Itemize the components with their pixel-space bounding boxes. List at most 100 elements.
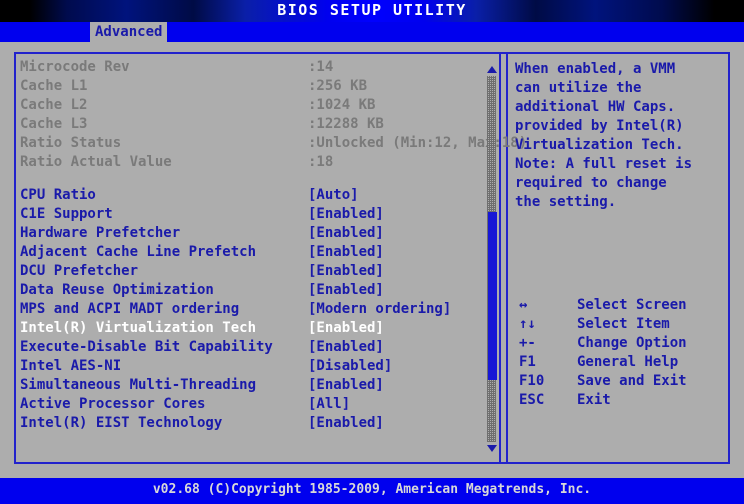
setting-row[interactable]: Intel(R) EIST Technology [Enabled] <box>20 414 480 433</box>
key-legend-description: Select Screen <box>577 297 687 313</box>
key-legend-row: F10 Save and Exit <box>515 372 730 391</box>
key-legend-row: +- Change Option <box>515 334 730 353</box>
key-legend-description: Select Item <box>577 316 670 332</box>
key-legend-key: ↔ <box>519 297 528 313</box>
copyright-text: v02.68 (C)Copyright 1985-2009, American … <box>152 482 592 497</box>
info-row: Cache L1 :256 KB <box>20 77 480 96</box>
setting-row-selected[interactable]: Intel(R) Virtualization Tech [Enabled] <box>20 319 480 338</box>
setting-value[interactable]: [Enabled] <box>308 338 384 357</box>
setting-label: Execute-Disable Bit Capability <box>20 339 273 355</box>
info-row-label: Ratio Status <box>20 135 122 151</box>
setting-label: C1E Support <box>20 206 113 222</box>
key-legend-key: +- <box>519 335 536 351</box>
setting-label: Intel(R) EIST Technology <box>20 415 223 431</box>
setting-value[interactable]: [Disabled] <box>308 357 392 376</box>
setting-row[interactable]: C1E Support [Enabled] <box>20 205 480 224</box>
setting-row[interactable]: Simultaneous Multi-Threading [Enabled] <box>20 376 480 395</box>
help-text-line: When enabled, a VMM <box>515 61 676 77</box>
setting-value[interactable]: [Enabled] <box>308 281 384 300</box>
key-legend-panel: ↔ Select Screen ↑↓ Select Item +- Change Opti… <box>515 296 730 410</box>
info-row: Ratio Actual Value:18 <box>20 153 480 172</box>
menu-bar: Advanced <box>0 22 744 42</box>
key-legend-key: ESC <box>519 392 545 408</box>
info-row: Cache L3 :12288 KB <box>20 115 480 134</box>
setting-row[interactable]: Execute-Disable Bit Capability [Enabled] <box>20 338 480 357</box>
help-text-line: additional HW Caps. <box>515 99 676 115</box>
panel-divider-left <box>499 52 501 464</box>
info-row: Cache L2 :1024 KB <box>20 96 480 115</box>
info-row-value: :14 <box>308 59 334 75</box>
setting-value[interactable]: [Enabled] <box>308 224 384 243</box>
setting-label: Hardware Prefetcher <box>20 225 181 241</box>
info-row-label: Cache L2 <box>20 97 88 113</box>
info-row-value: :18 <box>308 154 334 170</box>
setting-row[interactable]: Hardware Prefetcher [Enabled] <box>20 224 480 243</box>
info-row-value: :256 KB <box>308 78 368 94</box>
key-legend-row: ↑↓ Select Item <box>515 315 730 334</box>
info-row: Ratio Status:Unlocked (Min:12, Max:18) <box>20 134 527 153</box>
key-legend-key: F10 <box>519 373 545 389</box>
cpu-info-group: Microcode Rev :14 Cache L1 :256 KB Cache L2:… <box>20 58 527 172</box>
setting-value[interactable]: [Auto] <box>308 186 359 205</box>
scroll-up-arrow-icon[interactable] <box>486 64 497 75</box>
setting-label: Intel(R) Virtualization Tech <box>20 320 257 336</box>
scrollbar-track[interactable] <box>487 76 497 442</box>
setting-value[interactable]: [Enabled] <box>308 319 384 338</box>
key-legend-row: ESC Exit <box>515 391 730 410</box>
setting-value[interactable]: [Modern ordering] <box>308 300 451 319</box>
key-legend-description: Exit <box>577 392 611 408</box>
settings-list: Microcode Rev :14 Cache L1 :256 KB Cache L2:… <box>20 58 527 458</box>
info-row-value: :1024 KB <box>308 97 376 113</box>
key-legend-description: Save and Exit <box>577 373 687 389</box>
setting-row[interactable]: Adjacent Cache Line Prefetch [Enabled] <box>20 243 480 262</box>
scroll-down-arrow-icon[interactable] <box>486 443 497 454</box>
key-legend-key: ↑↓ <box>519 316 536 332</box>
footer-bar: v02.68 (C)Copyright 1985-2009, American … <box>0 478 744 504</box>
setting-row[interactable]: MPS and ACPI MADT ordering [Modern orderi… <box>20 300 480 319</box>
setting-value[interactable]: [Enabled] <box>308 205 384 224</box>
help-text-line: required to change <box>515 175 667 191</box>
key-legend-row: F1 General Help <box>515 353 730 372</box>
setting-label: Simultaneous Multi-Threading <box>20 377 257 393</box>
help-text-line: Note: A full reset is <box>515 156 693 172</box>
help-text-line: provided by Intel(R) <box>515 118 684 134</box>
settings-scrollbar[interactable] <box>486 64 497 454</box>
scrollbar-thumb[interactable] <box>488 212 497 380</box>
panel-divider-right <box>506 52 508 464</box>
info-row-label: Cache L1 <box>20 78 88 94</box>
setting-label: MPS and ACPI MADT ordering <box>20 301 240 317</box>
bios-setup-screen: BIOS SETUP UTILITY Advanced Microcode Re… <box>0 0 744 504</box>
setting-row[interactable]: CPU Ratio [Auto] <box>20 186 480 205</box>
key-legend-row: ↔ Select Screen <box>515 296 730 315</box>
setting-value[interactable]: [Enabled] <box>308 243 384 262</box>
setting-label: CPU Ratio <box>20 187 96 203</box>
setting-label: Active Processor Cores <box>20 396 206 412</box>
key-legend-description: Change Option <box>577 335 687 351</box>
cpu-options-group: CPU Ratio [Auto] C1E Support [Enabled] Hardw… <box>20 186 480 433</box>
help-panel: When enabled, a VMM can utilize the additi… <box>515 60 725 212</box>
setting-row[interactable]: Data Reuse Optimization [Enabled] <box>20 281 480 300</box>
tab-advanced[interactable]: Advanced <box>90 22 168 42</box>
setting-label: Data Reuse Optimization <box>20 282 214 298</box>
setting-label: Adjacent Cache Line Prefetch <box>20 244 257 260</box>
setting-label: Intel AES-NI <box>20 358 122 374</box>
key-legend-key: F1 <box>519 354 536 370</box>
setting-row[interactable]: DCU Prefetcher [Enabled] <box>20 262 480 281</box>
info-row: Microcode Rev :14 <box>20 58 480 77</box>
setting-label: DCU Prefetcher <box>20 263 139 279</box>
title-bar: BIOS SETUP UTILITY <box>0 0 744 22</box>
setting-value[interactable]: [All] <box>308 395 350 414</box>
key-legend-description: General Help <box>577 354 679 370</box>
page-title: BIOS SETUP UTILITY <box>277 1 467 19</box>
info-row-value: :12288 KB <box>308 116 384 132</box>
setting-value[interactable]: [Enabled] <box>308 376 384 395</box>
help-text-line: Virtualization Tech. <box>515 137 684 153</box>
setting-row[interactable]: Intel AES-NI [Disabled] <box>20 357 480 376</box>
setting-row[interactable]: Active Processor Cores [All] <box>20 395 480 414</box>
info-row-label: Cache L3 <box>20 116 88 132</box>
setting-value[interactable]: [Enabled] <box>308 414 384 433</box>
help-text-line: the setting. <box>515 194 617 210</box>
info-row-label: Microcode Rev <box>20 59 130 75</box>
setting-value[interactable]: [Enabled] <box>308 262 384 281</box>
